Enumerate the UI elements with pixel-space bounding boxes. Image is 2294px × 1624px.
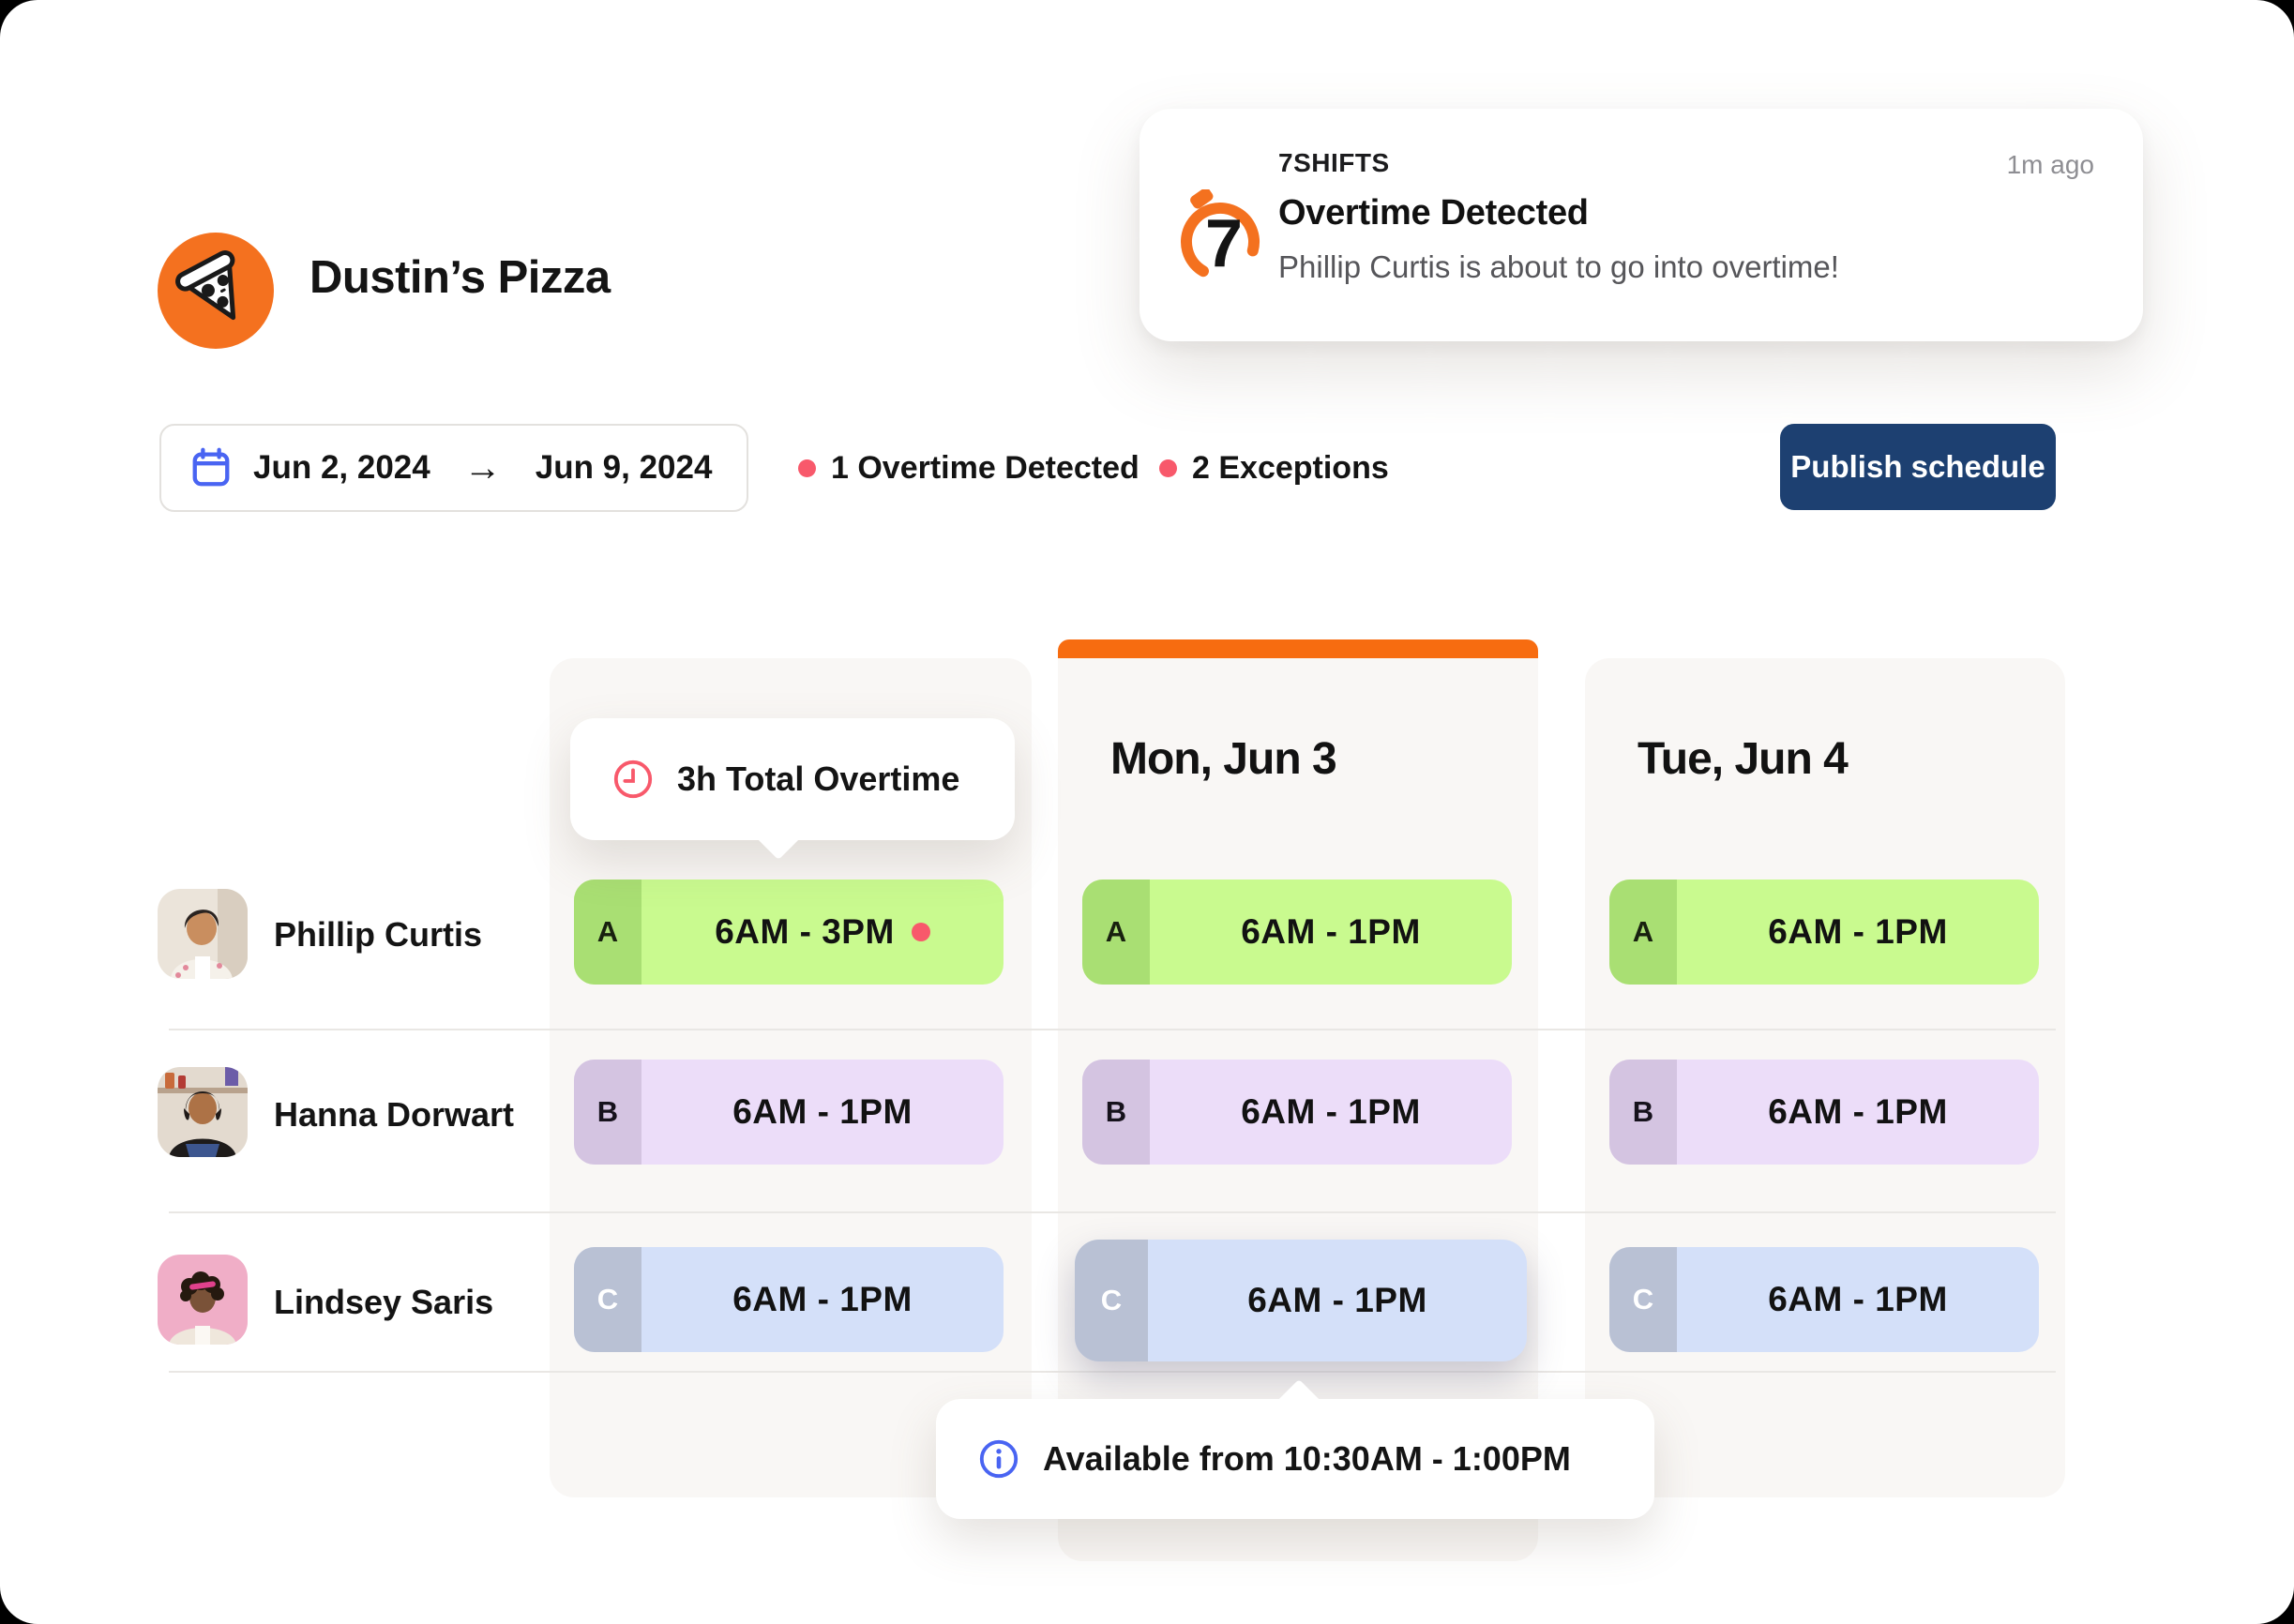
employee-name: Hanna Dorwart (274, 1095, 514, 1135)
page-title: Dustin’s Pizza (309, 251, 611, 304)
calendar-icon (189, 446, 233, 489)
shift-time: 6AM - 1PM (1150, 880, 1512, 985)
overtime-tooltip: 3h Total Overtime (570, 718, 1015, 840)
notification-app-name: 7SHIFTS (1278, 148, 1390, 178)
shift-badge: C (574, 1247, 641, 1352)
exceptions-status-label: 2 Exceptions (1192, 450, 1389, 487)
shift-pill[interactable]: A 6AM - 1PM (1609, 880, 2039, 985)
employee-name: Phillip Curtis (274, 915, 482, 955)
exceptions-status-dot-icon (1159, 459, 1177, 477)
avatar-lindsey-saris (158, 1255, 248, 1345)
column-header-mon: Mon, Jun 3 (1110, 733, 1336, 785)
shift-badge: A (1082, 880, 1150, 985)
shift-badge: A (574, 880, 641, 985)
shift-time: 6AM - 1PM (1150, 1060, 1512, 1165)
shift-pill[interactable]: C 6AM - 1PM (1609, 1247, 2039, 1352)
shift-time: 6AM - 1PM (1677, 1060, 2039, 1165)
shift-badge: B (1082, 1060, 1150, 1165)
seven-shifts-logo-icon: 7 (1171, 189, 1265, 283)
shift-badge: B (574, 1060, 641, 1165)
publish-schedule-button[interactable]: Publish schedule (1780, 424, 2056, 510)
shift-time: 6AM - 1PM (641, 1060, 1004, 1165)
availability-tooltip: Available from 10:30AM - 1:00PM (936, 1399, 1654, 1519)
shift-badge: C (1609, 1247, 1677, 1352)
overtime-alert-dot-icon (912, 923, 930, 941)
overtime-tooltip-text: 3h Total Overtime (677, 759, 959, 799)
avatar-hanna-dorwart (158, 1067, 248, 1157)
shift-pill[interactable]: A 6AM - 3PM (574, 880, 1004, 985)
svg-text:7: 7 (1205, 206, 1243, 281)
overtime-status: 1 Overtime Detected (798, 424, 1139, 512)
shift-time: 6AM - 3PM (715, 912, 895, 952)
shift-pill-selected[interactable]: C 6AM - 1PM (1075, 1240, 1527, 1361)
shift-time: 6AM - 1PM (1677, 880, 2039, 985)
date-range-start: Jun 2, 2024 (253, 449, 430, 487)
app-window: Dustin’s Pizza 7 7SHIFTS 1m ago Overtime… (0, 0, 2294, 1624)
notification-card[interactable]: 7 7SHIFTS 1m ago Overtime Detected Phill… (1139, 109, 2143, 341)
shift-badge: A (1609, 880, 1677, 985)
date-range-end: Jun 9, 2024 (536, 449, 713, 487)
notification-timestamp: 1m ago (2007, 150, 2094, 180)
shift-pill[interactable]: B 6AM - 1PM (574, 1060, 1004, 1165)
clock-icon (611, 758, 655, 801)
avatar-phillip-curtis (158, 889, 248, 979)
date-range-picker[interactable]: Jun 2, 2024 → Jun 9, 2024 (159, 424, 748, 512)
row-divider (169, 1029, 2056, 1030)
row-divider (169, 1371, 2056, 1373)
availability-tooltip-text: Available from 10:30AM - 1:00PM (1043, 1439, 1571, 1479)
shift-pill[interactable]: B 6AM - 1PM (1609, 1060, 2039, 1165)
notification-title: Overtime Detected (1278, 193, 1589, 233)
employee-name: Lindsey Saris (274, 1283, 493, 1322)
notification-message: Phillip Curtis is about to go into overt… (1278, 249, 1839, 285)
column-header-tue: Tue, Jun 4 (1637, 733, 1848, 785)
exceptions-status: 2 Exceptions (1159, 424, 1389, 512)
screen: Dustin’s Pizza 7 7SHIFTS 1m ago Overtime… (0, 0, 2294, 1624)
info-icon (977, 1437, 1020, 1481)
shift-time: 6AM - 1PM (1148, 1240, 1527, 1361)
overtime-status-dot-icon (798, 459, 816, 477)
shift-pill[interactable]: A 6AM - 1PM (1082, 880, 1512, 985)
arrow-right-icon: → (464, 449, 502, 487)
shift-time: 6AM - 1PM (641, 1247, 1004, 1352)
shift-badge: B (1609, 1060, 1677, 1165)
shift-time: 6AM - 1PM (1677, 1247, 2039, 1352)
overtime-status-label: 1 Overtime Detected (831, 450, 1139, 487)
shift-pill[interactable]: C 6AM - 1PM (574, 1247, 1004, 1352)
shift-pill[interactable]: B 6AM - 1PM (1082, 1060, 1512, 1165)
pizza-logo-icon (158, 233, 274, 349)
shift-badge: C (1075, 1240, 1148, 1361)
highlighted-column-bar (1058, 639, 1538, 660)
row-divider (169, 1211, 2056, 1213)
